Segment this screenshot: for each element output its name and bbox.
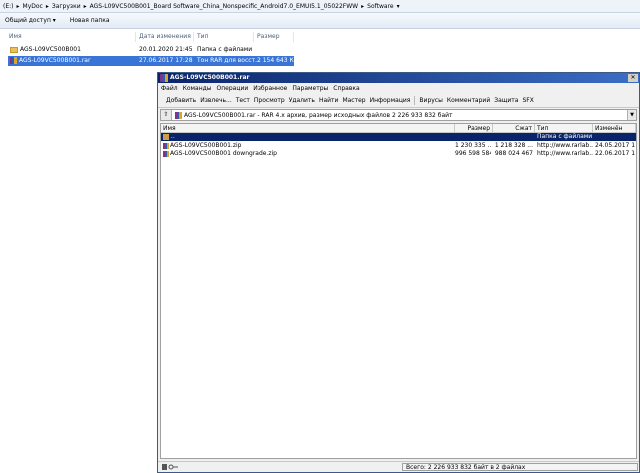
- item-type: Папка с файлами: [537, 133, 593, 140]
- column-header-type[interactable]: Тип: [194, 32, 254, 42]
- file-size: 2 154 643 КБ: [257, 57, 298, 64]
- new-folder-button[interactable]: Новая папка: [67, 16, 113, 25]
- command-bar: Общий доступ ▾ Новая папка: [0, 13, 640, 29]
- info-button[interactable]: Информация: [370, 97, 411, 104]
- column-header-size[interactable]: Размер: [254, 32, 294, 42]
- menu-favorites[interactable]: Избранное: [253, 85, 287, 92]
- column-header-packed[interactable]: Сжат: [493, 124, 535, 133]
- status-total: Всего: 2 226 933 832 байт в 2 файлах: [402, 463, 638, 471]
- menu-commands[interactable]: Команды: [183, 85, 212, 92]
- item-name: ..: [170, 133, 175, 140]
- column-header-name[interactable]: Имя: [161, 124, 455, 133]
- view-button[interactable]: Просмотр: [254, 97, 285, 104]
- winrar-window: AGS-L09VC500B001.rar ✕ Файл Команды Опер…: [157, 72, 640, 473]
- rar-archive-icon: [10, 57, 17, 64]
- status-bar: Всего: 2 226 933 832 байт в 2 файлах: [158, 461, 639, 472]
- breadcrumb-separator: ▸: [361, 2, 365, 10]
- column-header-type[interactable]: Тип: [535, 124, 593, 133]
- item-name: AGS-L09VC500B001.zip: [170, 142, 242, 149]
- menu-operations[interactable]: Операции: [217, 85, 249, 92]
- zip-file-icon: [163, 150, 169, 157]
- drive-label[interactable]: (E:): [3, 3, 14, 10]
- toolbar-divider: [414, 96, 416, 105]
- comment-button[interactable]: Комментарий: [447, 97, 490, 104]
- sfx-button[interactable]: SFX: [522, 97, 533, 104]
- add-button[interactable]: Добавить: [166, 97, 196, 104]
- column-header-name[interactable]: Имя: [6, 32, 136, 42]
- file-type: Тон RAR для восст...: [197, 57, 261, 64]
- window-title: AGS-L09VC500B001.rar: [170, 74, 250, 81]
- archive-path-text: AGS-L09VC500B001.rar - RAR 4.x архив, ра…: [184, 111, 453, 119]
- breadcrumb-downloads[interactable]: Загрузки: [52, 3, 81, 10]
- share-button[interactable]: Общий доступ ▾: [2, 16, 59, 25]
- file-row[interactable]: AGS-L09VC500B001 20.01.2020 21:45 Папка …: [8, 45, 294, 55]
- address-bar[interactable]: (E:) ▸ MyDoc ▸ Загрузки ▸ AGS-L09VC500B0…: [0, 0, 640, 13]
- archive-file-list[interactable]: Имя Размер Сжат Тип Изменён .. Папка с ф…: [160, 123, 637, 459]
- item-modified: 22.06.2017 1: [595, 150, 636, 157]
- menu-help[interactable]: Справка: [333, 85, 359, 92]
- archive-path-bar[interactable]: ⇧ AGS-L09VC500B001.rar - RAR 4.x архив, …: [160, 109, 637, 121]
- menu-bar: Файл Команды Операции Избранное Параметр…: [158, 83, 639, 93]
- list-item[interactable]: AGS-L09VC500B001 downgrade.zip 996 598 5…: [161, 150, 636, 158]
- key-icon[interactable]: [162, 464, 178, 470]
- winrar-app-icon: [160, 74, 168, 82]
- breadcrumb-software[interactable]: Software: [367, 3, 393, 10]
- item-packed: 1 218 328 ...: [494, 142, 533, 149]
- item-size: 996 598 584: [455, 150, 491, 157]
- menu-file[interactable]: Файл: [161, 85, 178, 92]
- zip-file-icon: [163, 142, 169, 149]
- find-button[interactable]: Найти: [319, 97, 338, 104]
- item-packed: 988 024 467: [494, 150, 533, 157]
- file-date: 20.01.2020 21:45: [139, 46, 193, 53]
- chevron-down-icon[interactable]: ▾: [397, 3, 400, 10]
- protect-button[interactable]: Защита: [494, 97, 518, 104]
- delete-button[interactable]: Удалить: [289, 97, 315, 104]
- file-name: AGS-L09VC500B001.rar: [19, 57, 91, 64]
- column-header-date[interactable]: Дата изменения: [136, 32, 194, 42]
- rar-archive-icon: [175, 111, 182, 119]
- breadcrumb-separator: ▸: [83, 2, 87, 10]
- column-header-modified[interactable]: Изменён: [593, 124, 636, 133]
- breadcrumb-separator: ▸: [45, 2, 49, 10]
- item-modified: 24.05.2017 1: [595, 142, 636, 149]
- wizard-button[interactable]: Мастер: [342, 97, 365, 104]
- item-size: 1 230 335 ...: [455, 142, 491, 149]
- up-folder-icon[interactable]: ⇧: [161, 110, 172, 120]
- chevron-down-icon: ▾: [52, 17, 56, 24]
- file-date: 27.06.2017 17:28: [139, 57, 193, 64]
- list-item-parent[interactable]: .. Папка с файлами: [161, 133, 636, 141]
- list-item[interactable]: AGS-L09VC500B001.zip 1 230 335 ... 1 218…: [161, 142, 636, 150]
- toolbar: Добавить Извлечь... Тест Просмотр Удалит…: [158, 94, 639, 108]
- menu-options[interactable]: Параметры: [292, 85, 328, 92]
- extract-button[interactable]: Извлечь...: [200, 97, 232, 104]
- winrar-title-bar[interactable]: AGS-L09VC500B001.rar ✕: [158, 73, 639, 83]
- test-button[interactable]: Тест: [236, 97, 250, 104]
- chevron-down-icon[interactable]: ▼: [627, 110, 636, 120]
- file-type: Папка с файлами: [197, 46, 253, 53]
- folder-icon: [10, 46, 18, 53]
- item-name: AGS-L09VC500B001 downgrade.zip: [170, 150, 277, 157]
- parent-folder-icon: [163, 133, 169, 140]
- file-row-selected[interactable]: AGS-L09VC500B001.rar 27.06.2017 17:28 То…: [8, 56, 298, 66]
- item-type: http://www.rarlab...: [537, 142, 593, 149]
- close-button[interactable]: ✕: [628, 74, 638, 82]
- column-header-size[interactable]: Размер: [455, 124, 493, 133]
- share-button-label: Общий доступ: [5, 17, 51, 24]
- file-name: AGS-L09VC500B001: [20, 46, 81, 53]
- breadcrumb-separator: ▸: [16, 2, 20, 10]
- breadcrumb-board-folder[interactable]: AGS-L09VC500B001_Board Software_China_No…: [90, 3, 359, 10]
- virus-scan-button[interactable]: Вирусы: [419, 97, 442, 104]
- breadcrumb-mydoc[interactable]: MyDoc: [23, 3, 43, 10]
- item-type: http://www.rarlab...: [537, 150, 593, 157]
